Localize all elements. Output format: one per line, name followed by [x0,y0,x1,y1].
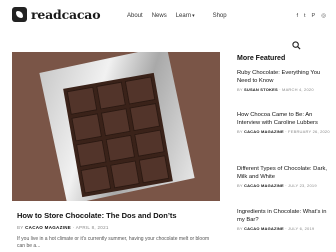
brand-name: readcacao [31,7,101,22]
chocolate-bar [63,72,173,198]
main-nav: About News Learn▾ Shop [127,13,236,19]
featured-article-meta: BY CACAO MAGAZINE · APRIL 8, 2021 [17,225,109,230]
sidebar-article-meta: BY CACAO MAGAZINE · FEBRUARY 26, 2020 [237,129,332,134]
sidebar-article-meta: BY SUSAN STOKES · MARCH 4, 2020 [237,87,332,92]
sidebar-article-meta: BY CACAO MAGAZINE · JULY 6, 2019 [237,226,332,231]
featured-image[interactable] [12,52,220,201]
instagram-icon[interactable]: ◎ [321,13,326,19]
author-link[interactable]: SUSAN STOKES [244,87,278,92]
featured-article-title[interactable]: How to Store Chocolate: The Dos and Don’… [17,211,177,220]
byline-label: BY [237,226,243,231]
logo-icon [12,7,27,22]
publish-date: · JULY 23, 2019 [285,183,317,188]
publish-date: · JULY 6, 2019 [285,226,315,231]
nav-shop[interactable]: Shop [213,13,227,19]
author-link[interactable]: CACAO MAGAZINE [25,225,71,230]
sidebar-article[interactable]: Ingredients in Chocolate: What’s in my B… [237,209,332,231]
sidebar-article[interactable]: How Chocoa Came to Be: An Interview with… [237,112,332,134]
sidebar-article-meta: BY CACAO MAGAZINE · JULY 23, 2019 [237,183,332,188]
site-logo[interactable]: readcacao [12,7,101,22]
author-link[interactable]: CACAO MAGAZINE [244,226,284,231]
author-link[interactable]: CACAO MAGAZINE [244,183,284,188]
sidebar-article-title[interactable]: How Chocoa Came to Be: An Interview with… [237,112,332,127]
chevron-down-icon: ▾ [192,13,195,19]
pinterest-icon[interactable]: P [312,13,316,19]
sidebar-heading: More Featured [237,55,286,62]
byline-label: BY [237,183,243,188]
featured-article-excerpt: If you live in a hot climate or it's cur… [17,236,210,249]
publish-date: · MARCH 4, 2020 [279,87,314,92]
byline-label: BY [237,129,243,134]
sidebar-article[interactable]: Different Types of Chocolate: Dark, Milk… [237,166,332,188]
nav-news[interactable]: News [152,13,167,19]
nav-learn-label: Learn [175,13,192,19]
author-link[interactable]: CACAO MAGAZINE [244,129,284,134]
social-links: f t P ◎ [290,13,326,19]
sidebar-article-title[interactable]: Ruby Chocolate: Everything You Need to K… [237,70,332,85]
publish-date: · FEBRUARY 26, 2020 [285,129,330,134]
nav-learn[interactable]: Learn▾ [176,13,204,19]
publish-date: · APRIL 8, 2021 [72,225,109,230]
site-header: readcacao About News Learn▾ Shop f t P ◎ [0,0,336,36]
sidebar-article-title[interactable]: Ingredients in Chocolate: What’s in my B… [237,209,332,224]
facebook-icon[interactable]: f [296,13,298,19]
nav-about[interactable]: About [127,13,143,19]
search-icon[interactable] [292,41,301,50]
twitter-icon[interactable]: t [304,13,306,19]
byline-label: BY [17,225,24,230]
byline-label: BY [237,87,243,92]
sidebar-article[interactable]: Ruby Chocolate: Everything You Need to K… [237,70,332,92]
sidebar-article-title[interactable]: Different Types of Chocolate: Dark, Milk… [237,166,332,181]
